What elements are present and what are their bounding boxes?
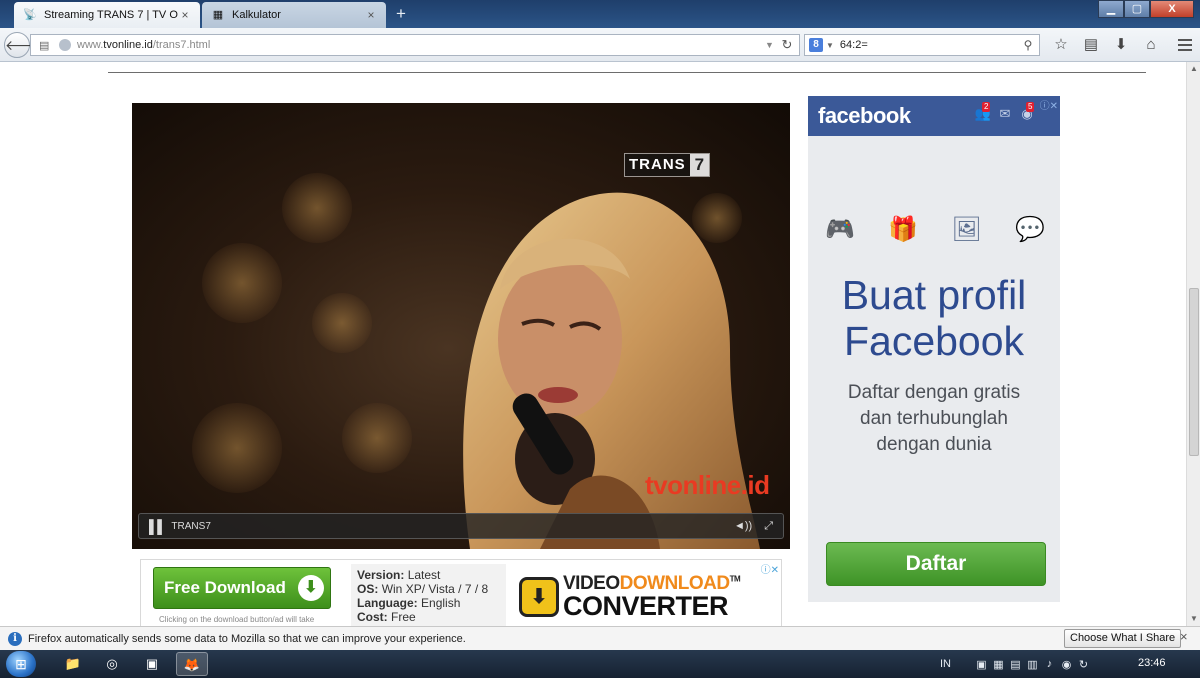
clock[interactable]: 23:46: [1138, 657, 1166, 669]
engine-dropdown-icon[interactable]: ▼: [826, 41, 834, 50]
pause-icon[interactable]: ▌▌: [149, 519, 166, 534]
info-icon: i: [8, 631, 22, 646]
facebook-header: facebook 👥 2 ✉ ◉ 5 ⓘ✕: [808, 96, 1060, 136]
divider: [108, 72, 1146, 73]
download-ad[interactable]: ⓘ✕ Free Download ⬇ Clicking on the downl…: [140, 559, 782, 626]
url-dropdown-icon[interactable]: ▼: [765, 40, 779, 50]
firefox-icon[interactable]: 🦊: [176, 652, 208, 676]
volume-icon[interactable]: ◄)): [734, 520, 752, 532]
download-note: Clicking on the download button/ad will …: [159, 615, 315, 624]
tab-close-button[interactable]: ×: [364, 8, 378, 22]
notifications-globe-icon: ◉ 5: [1021, 102, 1035, 121]
tab-close-button[interactable]: ×: [178, 8, 192, 22]
notification-message: Firefox automatically sends some data to…: [28, 632, 466, 645]
bokeh-light: [342, 403, 412, 473]
volume-icon[interactable]: ♪: [1041, 658, 1058, 670]
search-bar[interactable]: 8 ▼ ⚲: [804, 34, 1040, 56]
address-bar[interactable]: ▤ www.tvonline.id/trans7.html ▼ ↻: [30, 34, 800, 56]
start-button[interactable]: ⊞: [6, 651, 36, 677]
scroll-down-icon[interactable]: ▼: [1187, 612, 1200, 626]
page-content: TRANS 7 tvonline.id ▌▌ TRANS7 ◄)) ⤢ ⓘ✕ F…: [0, 62, 1186, 626]
explorer-icon[interactable]: 📁: [60, 652, 86, 676]
fullscreen-icon[interactable]: ⤢: [764, 520, 773, 533]
adchoices-icon[interactable]: ⓘ✕: [1040, 97, 1058, 112]
tvonline-watermark: tvonline.id: [645, 470, 770, 500]
tab-title: Streaming TRANS 7 | TV O...: [44, 9, 178, 21]
app-window-icon[interactable]: ▣: [136, 652, 168, 676]
facebook-logo: facebook: [818, 103, 911, 128]
facebook-headline: Buat profil Facebook: [841, 272, 1027, 364]
taskbar: ⊞ 📁 ◎ ▣ 🦊 IN ▣ ▦ ▤ ▥ ♪ ◉ ↻ 23:46: [0, 650, 1200, 678]
video-player[interactable]: TRANS 7 tvonline.id ▌▌ TRANS7 ◄)) ⤢: [132, 103, 790, 549]
choose-what-i-share-button[interactable]: Choose What I Share: [1064, 629, 1182, 648]
adchoices-icon[interactable]: ⓘ✕: [761, 561, 779, 576]
globe-icon: [59, 39, 71, 51]
friend-requests-icon: 👥 2: [974, 102, 992, 121]
maximize-button[interactable]: ▢: [1124, 0, 1150, 18]
language-indicator[interactable]: IN: [940, 658, 951, 670]
download-arrow-icon: ⬇: [297, 575, 324, 601]
google-icon[interactable]: 8: [809, 38, 823, 52]
satellite-dish-icon: 📡: [23, 9, 37, 21]
video-controls: ▌▌ TRANS7 ◄)) ⤢: [138, 513, 784, 539]
game-controller-icon: 🎮: [825, 216, 855, 243]
search-icon[interactable]: ⚲: [1021, 38, 1035, 52]
tab-kalkulator[interactable]: ▦ Kalkulator ×: [202, 2, 386, 28]
calculator-icon: ▦: [212, 9, 224, 21]
bookmarks-list-icon[interactable]: ▤: [1076, 36, 1106, 54]
search-input[interactable]: [839, 39, 1021, 51]
new-tab-button[interactable]: +: [392, 4, 410, 24]
notification-bar: i Firefox automatically sends some data …: [0, 626, 1200, 650]
feature-icons: 🎮 🎁 🖼 💬: [820, 212, 1050, 248]
system-tray: IN ▣ ▦ ▤ ▥ ♪ ◉ ↻: [940, 650, 1092, 678]
software-info: Version: Latest OS: Win XP/ Vista / 7 / …: [351, 564, 506, 626]
windows-logo-icon: ⊞: [15, 656, 27, 672]
photos-icon: 🖼: [951, 216, 982, 243]
chrome-icon[interactable]: ◎: [96, 652, 128, 676]
home-icon[interactable]: ⌂: [1136, 36, 1166, 54]
facebook-subtitle: Daftar dengan gratis dan terhubunglah de…: [847, 382, 1021, 455]
menu-icon[interactable]: [1176, 36, 1194, 54]
tray-app-icon[interactable]: ▤: [1007, 658, 1024, 671]
download-icon: ⬇: [519, 577, 559, 617]
reload-icon[interactable]: ↻: [779, 37, 795, 53]
tray-app-icon[interactable]: ▣: [973, 658, 990, 671]
bokeh-light: [192, 403, 282, 493]
toolbar-icons: ☆ ▤ ⬇ ⌂: [1046, 36, 1166, 54]
chat-bubble-icon: 💬: [1015, 216, 1045, 243]
sync-icon[interactable]: ↻: [1075, 658, 1092, 671]
tray-app-icon[interactable]: ▦: [990, 658, 1007, 671]
gift-icon: 🎁: [888, 216, 919, 243]
bookmark-star-icon[interactable]: ☆: [1046, 36, 1076, 54]
close-window-button[interactable]: X: [1150, 0, 1194, 18]
bokeh-light: [312, 293, 372, 353]
video-download-converter-logo[interactable]: ⬇ VIDEODOWNLOADTM CONVERTER: [519, 574, 741, 620]
tab-trans7[interactable]: 📡 Streaming TRANS 7 | TV O... ×: [14, 2, 200, 28]
tray-app-icon[interactable]: ◉: [1058, 658, 1075, 671]
download-button-label: Free Download: [164, 578, 286, 597]
url-text[interactable]: www.tvonline.id/trans7.html: [77, 39, 765, 51]
tab-title: Kalkulator: [232, 9, 281, 21]
page-icon: ▤: [39, 39, 50, 52]
messages-icon: ✉: [999, 106, 1011, 121]
facebook-ad[interactable]: facebook 👥 2 ✉ ◉ 5 ⓘ✕ 🎮 🎁 🖼 💬 Buat profil …: [808, 96, 1060, 602]
channel-label: TRANS7: [171, 520, 211, 532]
bokeh-light: [202, 243, 282, 323]
bokeh-light: [282, 173, 352, 243]
notification-close-button[interactable]: ×: [1180, 629, 1188, 644]
channel-logo: TRANS 7: [624, 153, 711, 177]
daftar-button[interactable]: Daftar: [826, 542, 1046, 586]
navigation-bar: 🡐 ▤ www.tvonline.id/trans7.html ▼ ↻ 8 ▼ …: [0, 28, 1200, 62]
free-download-button[interactable]: Free Download ⬇: [153, 567, 331, 609]
network-icon[interactable]: ▥: [1024, 658, 1041, 671]
window-controls: ▁ ▢ X: [1098, 0, 1194, 18]
minimize-button[interactable]: ▁: [1098, 0, 1124, 18]
tab-strip: 📡 Streaming TRANS 7 | TV O... × ▦ Kalkul…: [0, 0, 1200, 28]
vertical-scrollbar[interactable]: ▲ ▼: [1186, 62, 1200, 626]
scroll-thumb[interactable]: [1189, 288, 1199, 456]
scroll-up-icon[interactable]: ▲: [1187, 62, 1200, 76]
back-button[interactable]: 🡐: [4, 32, 43, 58]
downloads-icon[interactable]: ⬇: [1106, 36, 1136, 54]
